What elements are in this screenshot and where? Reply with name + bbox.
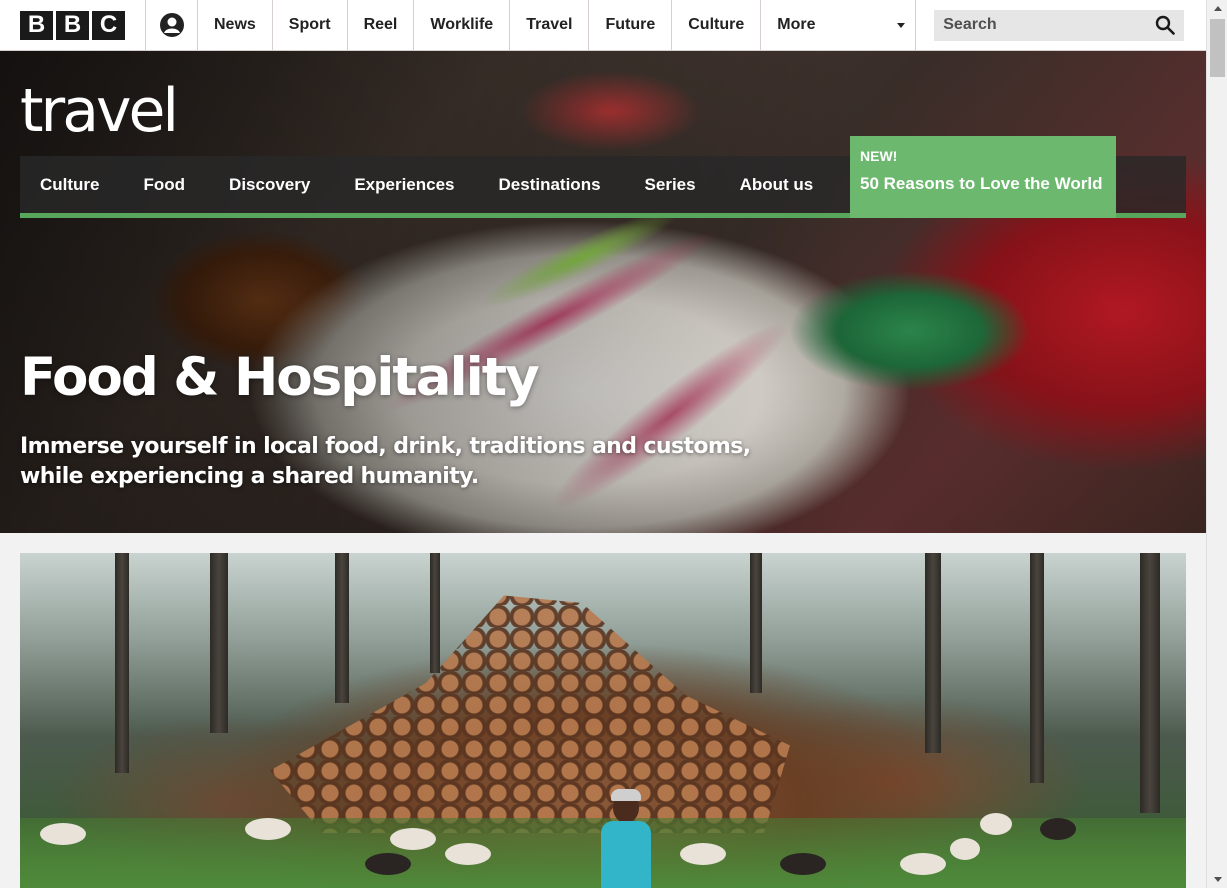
promo-50-reasons[interactable]: NEW! 50 Reasons to Love the World	[850, 136, 1116, 218]
tree-trunk	[210, 553, 228, 733]
chevron-down-icon	[897, 22, 906, 28]
page-description: Immerse yourself in local food, drink, t…	[20, 434, 751, 489]
travel-logo[interactable]: travel	[20, 81, 179, 141]
nav-news[interactable]: News	[198, 0, 273, 50]
feature-story-image[interactable]	[20, 553, 1186, 888]
vertical-scrollbar[interactable]	[1206, 0, 1227, 888]
sub-nav-culture[interactable]: Culture	[20, 156, 122, 213]
tree-trunk	[750, 553, 762, 693]
sub-nav-about-us[interactable]: About us	[718, 156, 836, 213]
promo-title: 50 Reasons to Love the World	[860, 174, 1103, 193]
tree-trunk	[335, 553, 349, 703]
goat	[680, 843, 726, 865]
nav-future[interactable]: Future	[589, 0, 673, 50]
goat	[980, 813, 1012, 835]
goat	[1040, 818, 1076, 840]
goat	[245, 818, 291, 840]
goat	[950, 838, 980, 860]
page-title: Food & Hospitality	[20, 347, 540, 408]
bbc-logo-letter: C	[92, 10, 125, 40]
scrollbar-thumb[interactable]	[1210, 19, 1225, 77]
arrow-down-icon	[1213, 877, 1222, 882]
travel-sub-nav: Culture Food Discovery Experiences Desti…	[20, 136, 1186, 218]
goat	[40, 823, 86, 845]
goat	[390, 828, 436, 850]
goat	[365, 853, 411, 875]
bbc-logo-letter: B	[56, 10, 89, 40]
nav-worklife[interactable]: Worklife	[414, 0, 511, 50]
goat	[900, 853, 946, 875]
person-body	[601, 821, 651, 888]
search-input[interactable]	[943, 16, 1144, 34]
sub-nav-discovery[interactable]: Discovery	[207, 156, 332, 213]
goat	[445, 843, 491, 865]
tree-trunk	[925, 553, 941, 753]
promo-badge: NEW!	[860, 148, 898, 164]
arrow-up-icon	[1213, 6, 1222, 11]
person	[595, 789, 657, 888]
scroll-up-button[interactable]	[1207, 0, 1227, 17]
bbc-top-bar: B B C News Sport Reel Worklife Travel Fu…	[0, 0, 1206, 51]
page: B B C News Sport Reel Worklife Travel Fu…	[0, 0, 1227, 888]
sub-nav-destinations[interactable]: Destinations	[477, 156, 623, 213]
nav-sport[interactable]: Sport	[273, 0, 348, 50]
hero-banner: travel Culture Food Discovery Experience…	[0, 51, 1206, 533]
account-button[interactable]	[146, 0, 198, 50]
more-label: More	[777, 16, 816, 33]
tree-trunk	[1030, 553, 1044, 783]
search-container	[916, 0, 1185, 50]
tree-trunk	[115, 553, 129, 773]
sub-nav-series[interactable]: Series	[623, 156, 718, 213]
bbc-logo-letter: B	[20, 10, 53, 40]
goat	[780, 853, 826, 875]
sub-nav-food[interactable]: Food	[122, 156, 208, 213]
scroll-down-button[interactable]	[1207, 871, 1227, 888]
tree-trunk	[1140, 553, 1160, 813]
sub-nav-experiences[interactable]: Experiences	[332, 156, 476, 213]
nav-culture[interactable]: Culture	[672, 0, 762, 50]
nav-reel[interactable]: Reel	[348, 0, 415, 50]
tree-trunk	[430, 553, 440, 673]
person-scarf	[611, 789, 641, 801]
more-menu-button[interactable]: More	[761, 0, 917, 50]
nav-travel[interactable]: Travel	[510, 0, 590, 50]
account-icon	[159, 13, 184, 37]
search-box	[934, 9, 1185, 41]
bbc-logo[interactable]: B B C	[0, 0, 146, 50]
search-icon[interactable]	[1155, 15, 1176, 35]
